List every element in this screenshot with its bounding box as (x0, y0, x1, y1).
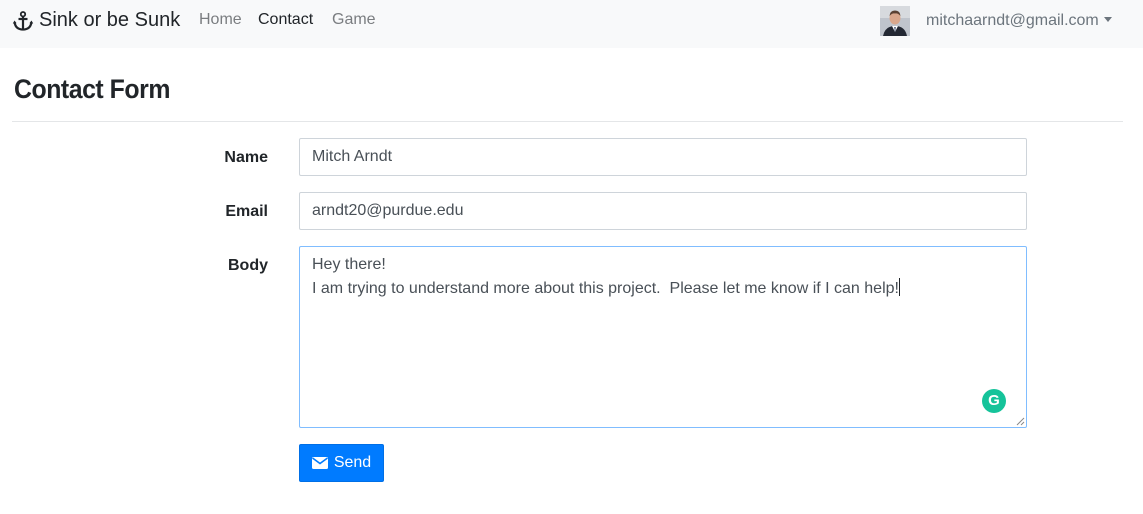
anchor-icon (12, 10, 34, 31)
send-button[interactable]: Send (299, 444, 384, 482)
resize-handle-icon[interactable] (1016, 417, 1025, 426)
avatar (880, 6, 910, 36)
title-divider (12, 121, 1123, 122)
body-label: Body (228, 257, 268, 274)
email-field[interactable] (299, 192, 1027, 230)
envelope-icon (311, 457, 328, 469)
body-textarea[interactable]: Hey there! I am trying to understand mor… (299, 246, 1027, 428)
nav-link-home[interactable]: Home (199, 11, 242, 29)
name-field[interactable] (299, 138, 1027, 176)
grammarly-icon[interactable]: G (982, 389, 1006, 413)
brand-name: Sink or be Sunk (39, 9, 181, 31)
text-cursor (898, 278, 900, 296)
brand-link[interactable]: Sink or be Sunk (12, 9, 180, 32)
user-menu[interactable]: mitchaarndt@gmail.com (880, 6, 1112, 36)
user-email: mitchaarndt@gmail.com (926, 12, 1099, 29)
navbar: Sink or be Sunk Home Contact Game mitcha… (0, 0, 1143, 48)
send-label: Send (333, 454, 372, 471)
nav-link-contact[interactable]: Contact (258, 11, 313, 29)
nav-link-game[interactable]: Game (332, 11, 376, 29)
email-label: Email (225, 203, 268, 220)
body-text: Hey there! I am trying to understand mor… (312, 256, 899, 297)
page-title: Contact Form (14, 74, 170, 104)
caret-down-icon (1103, 16, 1112, 22)
name-label: Name (224, 149, 268, 166)
